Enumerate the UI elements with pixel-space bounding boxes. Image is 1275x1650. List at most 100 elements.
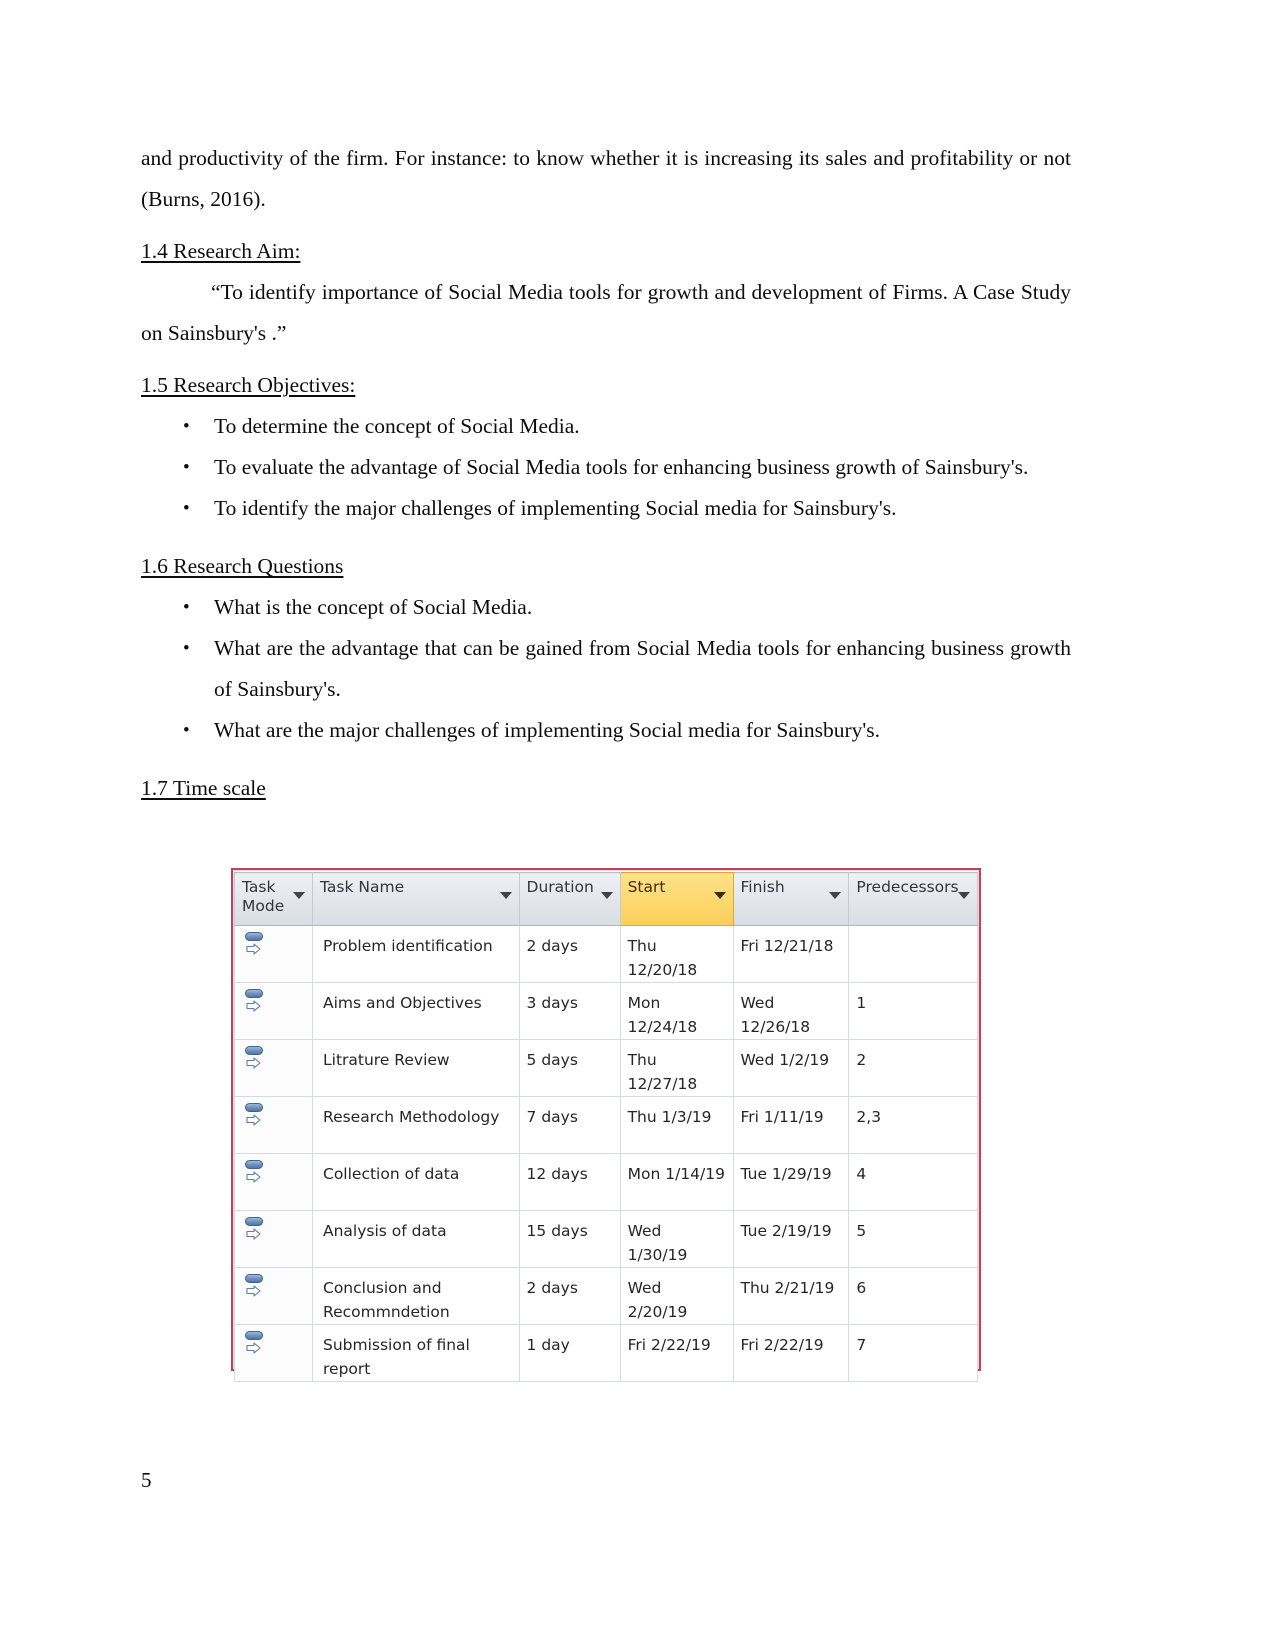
cell-duration[interactable]: 5 days — [518, 1039, 621, 1097]
cell-finish[interactable]: Thu 2/21/19 — [732, 1267, 850, 1325]
heading-research-objectives: 1.5 Research Objectives: — [141, 373, 356, 397]
column-header-predecessors[interactable]: Predecessors — [848, 872, 978, 926]
icon-arrow-shape — [246, 1000, 261, 1013]
cell-task-mode[interactable] — [234, 1267, 313, 1325]
table-row[interactable]: Submission of final report 1 day Fri 2/2… — [234, 1324, 978, 1382]
cell-task-mode[interactable] — [234, 1096, 313, 1154]
icon-arrow-shape — [246, 1228, 261, 1241]
table-row[interactable]: Collection of data 12 days Mon 1/14/19 T… — [234, 1153, 978, 1211]
page-number: 5 — [141, 1468, 152, 1492]
cell-task-name[interactable]: Aims and Objectives — [312, 982, 520, 1040]
heading-time-scale: 1.7 Time scale — [141, 776, 266, 800]
opening-paragraph: and productivity of the firm. For instan… — [141, 146, 1071, 211]
cell-predecessors[interactable]: 2,3 — [848, 1096, 978, 1154]
cell-duration[interactable]: 15 days — [518, 1210, 621, 1268]
filter-dropdown-icon[interactable] — [293, 892, 305, 899]
cell-task-name[interactable]: Submission of final report — [312, 1324, 520, 1382]
research-aim-body: “To identify importance of Social Media … — [141, 272, 1071, 354]
column-header-label: Task Name — [320, 878, 405, 896]
cell-task-mode[interactable] — [234, 1324, 313, 1382]
filter-dropdown-icon[interactable] — [600, 892, 613, 899]
filter-dropdown-icon[interactable] — [958, 892, 970, 899]
icon-arrow-shape — [246, 1114, 261, 1127]
table-row[interactable]: Conclusion and Recommndetion 2 days Wed … — [234, 1267, 978, 1325]
cell-finish[interactable]: Tue 1/29/19 — [732, 1153, 850, 1211]
auto-scheduled-icon — [244, 1274, 268, 1302]
table-row[interactable]: Litrature Review 5 days Thu 12/27/18 Wed… — [234, 1039, 978, 1097]
column-header-start[interactable]: Start — [619, 872, 734, 926]
cell-duration[interactable]: 1 day — [518, 1324, 621, 1382]
cell-task-mode[interactable] — [234, 1153, 313, 1211]
icon-pill-shape — [245, 1274, 263, 1283]
cell-start[interactable]: Thu 12/27/18 — [619, 1039, 734, 1097]
icon-pill-shape — [245, 932, 263, 941]
heading-research-questions: 1.6 Research Questions — [141, 554, 344, 578]
column-header-task-mode[interactable]: Task Mode — [234, 872, 313, 926]
cell-finish[interactable]: Fri 12/21/18 — [732, 925, 850, 983]
filter-dropdown-icon[interactable] — [829, 892, 842, 899]
cell-duration[interactable]: 12 days — [518, 1153, 621, 1211]
cell-finish[interactable]: Fri 2/22/19 — [732, 1324, 850, 1382]
cell-start[interactable]: Wed 1/30/19 — [619, 1210, 734, 1268]
icon-pill-shape — [245, 989, 263, 998]
cell-predecessors[interactable]: 7 — [848, 1324, 978, 1382]
cell-task-name[interactable]: Research Methodology — [312, 1096, 520, 1154]
cell-task-name[interactable]: Conclusion and Recommndetion — [312, 1267, 520, 1325]
column-header-task-name[interactable]: Task Name — [312, 872, 520, 926]
cell-task-name[interactable]: Analysis of data — [312, 1210, 520, 1268]
icon-pill-shape — [245, 1331, 263, 1340]
icon-pill-shape — [245, 1217, 263, 1226]
research-objectives-list: To determine the concept of Social Media… — [141, 406, 1071, 529]
heading-research-aim: 1.4 Research Aim: — [141, 239, 301, 263]
cell-predecessors[interactable]: 5 — [848, 1210, 978, 1268]
cell-start[interactable]: Mon 12/24/18 — [619, 982, 734, 1040]
filter-dropdown-icon[interactable] — [713, 892, 726, 899]
cell-start[interactable]: Mon 1/14/19 — [619, 1153, 734, 1211]
list-item: What are the major challenges of impleme… — [183, 710, 1071, 751]
auto-scheduled-icon — [244, 1103, 268, 1131]
auto-scheduled-icon — [244, 1160, 268, 1188]
cell-duration[interactable]: 2 days — [518, 925, 621, 983]
table-row[interactable]: Problem identification 2 days Thu 12/20/… — [234, 925, 978, 983]
cell-duration[interactable]: 7 days — [518, 1096, 621, 1154]
cell-predecessors[interactable] — [848, 925, 978, 983]
table-row[interactable]: Analysis of data 15 days Wed 1/30/19 Tue… — [234, 1210, 978, 1268]
cell-finish[interactable]: Tue 2/19/19 — [732, 1210, 850, 1268]
icon-arrow-shape — [246, 1285, 261, 1298]
icon-arrow-shape — [246, 1171, 261, 1184]
cell-predecessors[interactable]: 4 — [848, 1153, 978, 1211]
table-row[interactable]: Research Methodology 7 days Thu 1/3/19 F… — [234, 1096, 978, 1154]
cell-start[interactable]: Thu 1/3/19 — [619, 1096, 734, 1154]
column-header-duration[interactable]: Duration — [518, 872, 621, 926]
cell-finish[interactable]: Wed 1/2/19 — [732, 1039, 850, 1097]
cell-duration[interactable]: 2 days — [518, 1267, 621, 1325]
cell-predecessors[interactable]: 6 — [848, 1267, 978, 1325]
list-item: What are the advantage that can be gaine… — [183, 628, 1071, 710]
cell-start[interactable]: Thu 12/20/18 — [619, 925, 734, 983]
cell-finish[interactable]: Wed 12/26/18 — [732, 982, 850, 1040]
cell-task-mode[interactable] — [234, 1039, 313, 1097]
cell-task-name[interactable]: Litrature Review — [312, 1039, 520, 1097]
cell-task-name[interactable]: Problem identification — [312, 925, 520, 983]
cell-predecessors[interactable]: 2 — [848, 1039, 978, 1097]
icon-pill-shape — [245, 1103, 263, 1112]
cell-start[interactable]: Wed 2/20/19 — [619, 1267, 734, 1325]
cell-predecessors[interactable]: 1 — [848, 982, 978, 1040]
auto-scheduled-icon — [244, 1046, 268, 1074]
column-header-finish[interactable]: Finish — [732, 872, 850, 926]
cell-duration[interactable]: 3 days — [518, 982, 621, 1040]
research-aim-text: “To identify importance of Social Media … — [141, 280, 1071, 345]
cell-finish[interactable]: Fri 1/11/19 — [732, 1096, 850, 1154]
cell-start[interactable]: Fri 2/22/19 — [619, 1324, 734, 1382]
auto-scheduled-icon — [244, 932, 268, 960]
list-item: To determine the concept of Social Media… — [183, 406, 1071, 447]
cell-task-mode[interactable] — [234, 925, 313, 983]
cell-task-mode[interactable] — [234, 1210, 313, 1268]
document-page: and productivity of the firm. For instan… — [0, 0, 1275, 1650]
cell-task-name[interactable]: Collection of data — [312, 1153, 520, 1211]
filter-dropdown-icon[interactable] — [499, 892, 512, 899]
table-row[interactable]: Aims and Objectives 3 days Mon 12/24/18 … — [234, 982, 978, 1040]
cell-task-mode[interactable] — [234, 982, 313, 1040]
